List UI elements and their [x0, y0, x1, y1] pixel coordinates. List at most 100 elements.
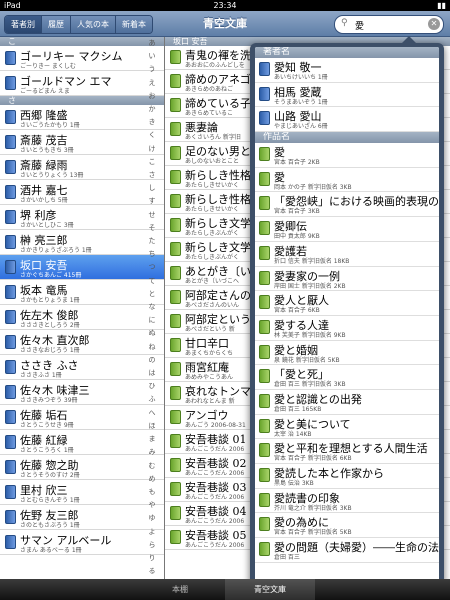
author-row[interactable]: 堺 利彦 さかいとしひこ 3冊: [0, 205, 164, 230]
index-letter[interactable]: く: [146, 129, 158, 142]
work-result-row[interactable]: 愛岡本 かの子 新字旧仮名 3KB: [255, 168, 439, 193]
index-letter[interactable]: ほ: [146, 420, 158, 433]
work-result-row[interactable]: 愛読書の印象 芥川 竜之介 新字旧仮名 3KB: [255, 489, 439, 514]
author-row[interactable]: サマン アルベール さまん あるべーる 1冊: [0, 530, 164, 555]
index-letter[interactable]: け: [146, 143, 158, 156]
work-result-row[interactable]: 愛宮本 百合子 2KB: [255, 143, 439, 168]
index-letter[interactable]: う: [146, 63, 158, 76]
author-row[interactable]: 佐左木 俊郎 さささきとしろう 2冊: [0, 305, 164, 330]
author-result-row[interactable]: 山路 愛山 やまじあいざん 6冊: [255, 107, 439, 133]
work-result-row[interactable]: 愛読した本と作家から 黒島 伝治 3KB: [255, 464, 439, 489]
author-row[interactable]: ゴーリキー マクシム ごーりきー まくしむ: [0, 46, 164, 71]
tab-bookshelf[interactable]: 本棚: [135, 579, 225, 600]
index-letter[interactable]: ら: [146, 539, 158, 552]
index-letter[interactable]: す: [146, 195, 158, 208]
author-row[interactable]: 佐々木 直次郎 ささきなおじろう 1冊: [0, 330, 164, 355]
author-row[interactable]: 榊 亮三郎 さかきりょうざぶろう 1冊: [0, 230, 164, 255]
author-row[interactable]: 佐藤 垢石 さとうこうせき 9冊: [0, 405, 164, 430]
author-row[interactable]: 佐藤 紅緑 さとうこうろく 1冊: [0, 430, 164, 455]
index-letter[interactable]: つ: [146, 261, 158, 274]
search-box[interactable]: ⚲ ✕: [334, 15, 444, 34]
index-letter[interactable]: そ: [146, 222, 158, 235]
work-result-row[interactable]: 「愛怨峡」における映画的表現の問題宮本 百合子 3KB: [255, 192, 439, 218]
author-row[interactable]: 酒井 嘉七 さかいかしち 5冊: [0, 180, 164, 205]
author-row[interactable]: 坂本 竜馬 さかもとりょうま 1冊: [0, 280, 164, 305]
author-row[interactable]: ささき ふさ ささきふさ 1冊: [0, 355, 164, 380]
work-meta: あんごこうだん 2006: [185, 470, 245, 477]
index-letter[interactable]: り: [146, 552, 158, 565]
book-icon: [259, 443, 270, 458]
index-letter[interactable]: か: [146, 103, 158, 116]
index-letter[interactable]: え: [146, 77, 158, 90]
index-letter[interactable]: み: [146, 446, 158, 459]
author-list[interactable]: こ ゴーリキー マクシム ごーりきー まくしむ ゴールドマン エマ ごーるどまん えま…: [0, 37, 165, 579]
index-letter[interactable]: へ: [146, 407, 158, 420]
index-letter[interactable]: む: [146, 460, 158, 473]
work-result-row[interactable]: 愛妻家の一例 岸田 国士 新字旧仮名 2KB: [255, 267, 439, 292]
author-row[interactable]: 佐野 友三郎 さのともさぶろう 1冊: [0, 505, 164, 530]
index-letter[interactable]: る: [146, 565, 158, 578]
author-row[interactable]: 西郷 隆盛 さいごうたかもり 1冊: [0, 105, 164, 130]
work-result-row[interactable]: 愛卿伝 田中 貢太郎 9KB: [255, 217, 439, 242]
work-result-row[interactable]: 「愛と死」 倉田 百三 新字旧仮名 3KB: [255, 365, 439, 390]
index-letter[interactable]: ふ: [146, 393, 158, 406]
index-letter[interactable]: め: [146, 473, 158, 486]
index-letter[interactable]: ち: [146, 248, 158, 261]
author-result-row[interactable]: 相馬 愛蔵 そうまあいぞう 1冊: [255, 83, 439, 108]
author-row[interactable]: 佐藤 惣之助 さとうそうのすけ 2冊: [0, 455, 164, 480]
index-letter[interactable]: こ: [146, 156, 158, 169]
tab-aozora[interactable]: 青空文庫: [225, 579, 315, 600]
work-result-row[interactable]: 愛の問題（夫婦愛）――生命の法に随う――倉田 百三: [255, 538, 439, 563]
book-icon: [170, 98, 181, 112]
author-reading: さいとうりょくう 13冊: [20, 172, 84, 179]
index-letter[interactable]: き: [146, 116, 158, 129]
index-letter[interactable]: ゆ: [146, 512, 158, 525]
author-row[interactable]: ゴールドマン エマ ごーるどまん えま: [0, 71, 164, 96]
author-result-reading: やまじあいざん 6冊: [274, 123, 328, 131]
author-row[interactable]: 斎藤 緑雨 さいとうりょくう 13冊: [0, 155, 164, 180]
author-row[interactable]: 坂口 安吾 さかぐちあんご 415冊: [0, 255, 164, 280]
segment-history[interactable]: 履歴: [42, 16, 71, 33]
section-index[interactable]: あいうえおかきくけこさしすせそたちつてとなにぬねのはひふへほまみむめもやゆよらり…: [146, 37, 158, 579]
search-input[interactable]: [353, 17, 427, 33]
index-letter[interactable]: も: [146, 486, 158, 499]
index-letter[interactable]: は: [146, 367, 158, 380]
work-result-row[interactable]: 愛と認識との出発 倉田 百三 165KB: [255, 390, 439, 415]
work-result-row[interactable]: 愛する人達林 芙美子 新字旧仮名 9KB: [255, 316, 439, 341]
segment-by-author[interactable]: 著者別: [5, 16, 42, 33]
index-letter[interactable]: ぬ: [146, 327, 158, 340]
index-letter[interactable]: よ: [146, 526, 158, 539]
author-row[interactable]: 里村 欣三 さとむらきんぞう 1冊: [0, 480, 164, 505]
work-result-row[interactable]: 愛人と厭人 宮本 百合子 6KB: [255, 291, 439, 316]
index-letter[interactable]: ひ: [146, 380, 158, 393]
author-row[interactable]: 斎藤 茂吉 さいとうもきち 3冊: [0, 130, 164, 155]
index-letter[interactable]: や: [146, 499, 158, 512]
work-result-row[interactable]: 愛と美について 太宰 治 14KB: [255, 415, 439, 440]
index-letter[interactable]: な: [146, 301, 158, 314]
book-icon: [259, 171, 270, 186]
work-result-row[interactable]: 愛と婚姻泉 鏡花 新字旧仮名 5KB: [255, 341, 439, 366]
work-result-row[interactable]: 愛の為めに 宮本 百合子 新字旧仮名 5KB: [255, 513, 439, 539]
segment-popular[interactable]: 人気の本: [71, 16, 116, 33]
author-row[interactable]: 佐々木 味津三 ささきみつぞう 39冊: [0, 380, 164, 405]
work-result-row[interactable]: 愛と平和を理想とする人間生活 宮本 百合子 新字旧仮名 6KB: [255, 439, 439, 464]
index-letter[interactable]: の: [146, 354, 158, 367]
index-letter[interactable]: ま: [146, 433, 158, 446]
segment-new[interactable]: 新着本: [116, 16, 152, 33]
index-letter[interactable]: あ: [146, 37, 158, 50]
author-result-row[interactable]: 愛知 敬一 あいちけいいち 1冊: [255, 58, 439, 83]
index-letter[interactable]: に: [146, 314, 158, 327]
index-letter[interactable]: た: [146, 235, 158, 248]
index-letter[interactable]: と: [146, 288, 158, 301]
clear-icon[interactable]: ✕: [428, 18, 440, 30]
index-letter[interactable]: て: [146, 275, 158, 288]
index-letter[interactable]: し: [146, 182, 158, 195]
work-result-row[interactable]: 愛護若 折口 信夫 新字旧仮名 18KB: [255, 242, 439, 267]
index-letter[interactable]: さ: [146, 169, 158, 182]
index-letter[interactable]: い: [146, 50, 158, 63]
index-letter[interactable]: お: [146, 90, 158, 103]
status-bar: iPad 23:34 ▮▮: [0, 0, 450, 11]
index-letter[interactable]: ね: [146, 341, 158, 354]
index-letter[interactable]: せ: [146, 209, 158, 222]
book-icon: [170, 386, 181, 400]
